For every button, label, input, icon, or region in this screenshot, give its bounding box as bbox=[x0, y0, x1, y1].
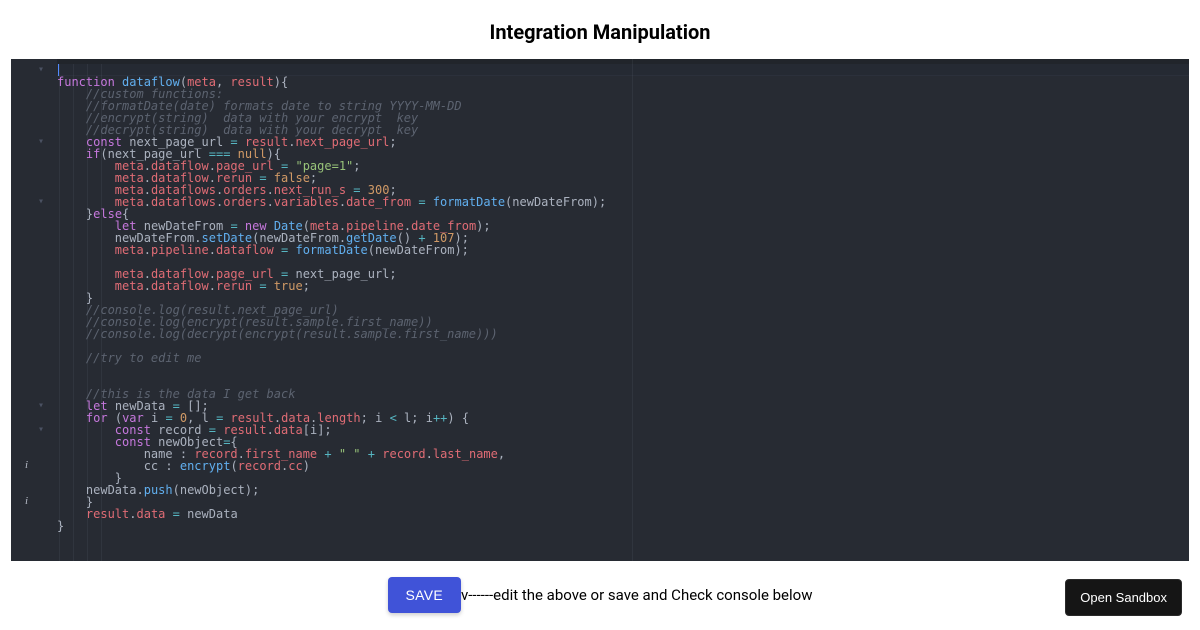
edit-hint-text: v------edit the above or save and Check … bbox=[461, 586, 812, 604]
fold-icon[interactable]: ▾ bbox=[38, 64, 44, 76]
code-editor[interactable]: ▾ ▾ ▾ ▾ ▾ i i function dataflow(meta, re… bbox=[11, 59, 1189, 561]
info-icon[interactable]: i bbox=[25, 495, 28, 507]
editor-gutter: ▾ ▾ ▾ ▾ ▾ i i bbox=[11, 59, 57, 561]
fold-icon[interactable]: ▾ bbox=[38, 136, 44, 148]
fold-icon[interactable]: ▾ bbox=[38, 424, 44, 436]
footer-row: SAVE v------edit the above or save and C… bbox=[0, 561, 1200, 629]
fold-icon[interactable]: ▾ bbox=[38, 196, 44, 208]
code-content[interactable]: function dataflow(meta, result){ //custo… bbox=[57, 64, 1189, 532]
save-button[interactable]: SAVE bbox=[388, 577, 462, 613]
fold-icon[interactable]: ▾ bbox=[38, 400, 44, 412]
page-title: Integration Manipulation bbox=[0, 20, 1200, 44]
open-sandbox-button[interactable]: Open Sandbox bbox=[1065, 579, 1182, 616]
page-header: Integration Manipulation bbox=[0, 0, 1200, 59]
info-icon[interactable]: i bbox=[25, 459, 28, 471]
